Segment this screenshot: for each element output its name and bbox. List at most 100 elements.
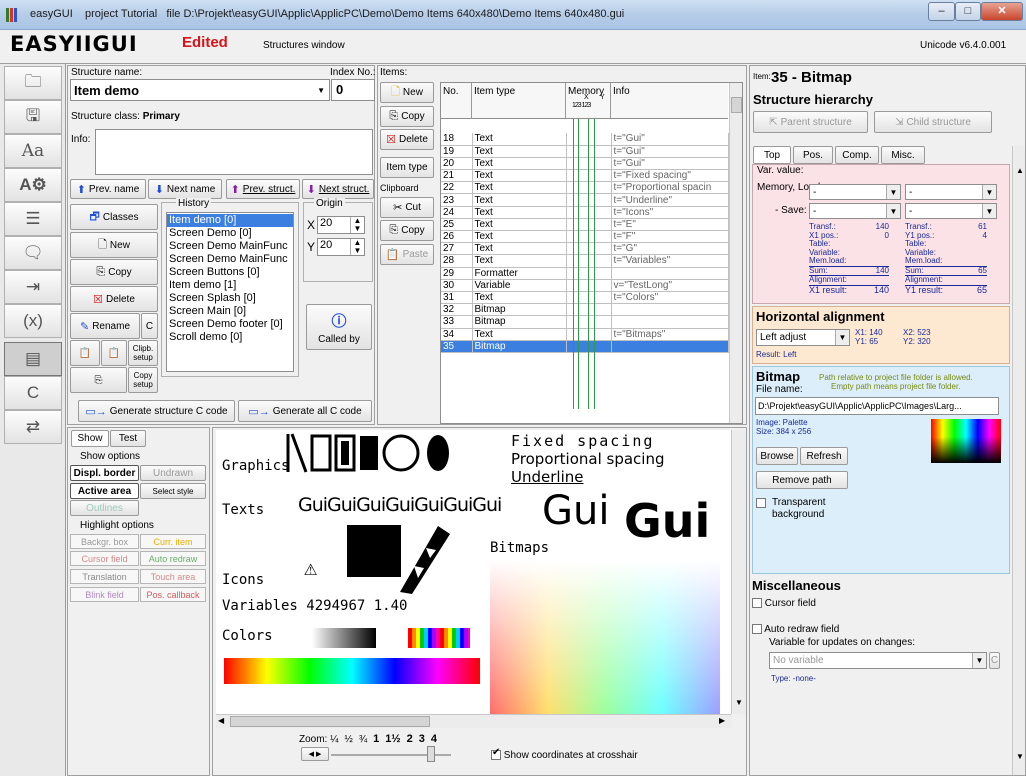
table-row[interactable]: 35 Bitmap xyxy=(441,340,729,353)
displ-border-button[interactable]: Displ. border xyxy=(70,465,139,481)
auto-redraw-button[interactable]: Auto redraw xyxy=(140,551,206,566)
pos-callback-button[interactable]: Pos. callback xyxy=(140,587,206,602)
delete-item-button[interactable]: ☒ Delete xyxy=(380,129,434,150)
text-properties-icon[interactable]: A⚙ xyxy=(4,168,62,202)
translation-button[interactable]: Translation xyxy=(70,569,139,584)
cursor-field-checkbox[interactable] xyxy=(752,598,762,609)
memory-load-x-combo[interactable]: - ▼ xyxy=(809,184,901,200)
tab-misc[interactable]: Misc. xyxy=(881,146,925,164)
tab-pos[interactable]: Pos. xyxy=(793,146,833,164)
table-row[interactable]: 23 Text t="Underline" xyxy=(441,193,729,207)
history-list[interactable]: Item demo [0] Screen Demo [0] Screen Demo … xyxy=(166,212,294,372)
close-button[interactable]: ✕ xyxy=(981,2,1023,21)
table-row[interactable]: 26 Text t="F" xyxy=(441,230,729,244)
clipb-setup-button[interactable]: Clipb. setup xyxy=(128,340,158,366)
scroll-down-icon[interactable]: ▼ xyxy=(735,698,743,707)
copy-setup-icon[interactable]: ⎘ xyxy=(70,367,127,393)
spinner-arrows-icon[interactable]: ▲ ▼ xyxy=(350,239,364,255)
copy-setup-button[interactable]: Copy setup xyxy=(128,367,158,393)
c-button[interactable]: C xyxy=(989,652,1000,669)
delete-structure-button[interactable]: ☒ Delete xyxy=(70,286,158,312)
history-item[interactable]: Screen Splash [0] xyxy=(167,292,293,305)
copy-item-button[interactable]: ⎘ Copy xyxy=(380,106,434,127)
structure-name-combo[interactable]: Item demo ▼ xyxy=(70,79,330,101)
zoom-level-list[interactable]: ¼ ½ ¾ 1 1½ 2 3 4 xyxy=(330,733,443,745)
parent-structure-button[interactable]: ⇱ Parent structure xyxy=(753,111,868,133)
crosshair-option[interactable]: ✔ Show coordinates at crosshair xyxy=(491,747,638,761)
memory-load-y-combo[interactable]: - ▼ xyxy=(905,184,997,200)
table-row[interactable]: 24 Text t="Icons" xyxy=(441,206,729,219)
next-name-button[interactable]: ⬇ Next name xyxy=(148,179,222,199)
browse-button[interactable]: Browse xyxy=(756,447,798,465)
new-item-button[interactable]: 🗋 New xyxy=(380,82,434,103)
rename-button[interactable]: ✎ Rename xyxy=(70,313,140,339)
input-icon[interactable]: ⇥ xyxy=(4,270,62,304)
tab-comp[interactable]: Comp. xyxy=(835,146,879,164)
tab-test[interactable]: Test xyxy=(110,430,146,447)
item-type-button[interactable]: Item type xyxy=(380,157,434,178)
child-structure-button[interactable]: ⇲ Child structure xyxy=(874,111,992,133)
history-item[interactable]: Screen Main [0] xyxy=(167,305,293,318)
h-scroll-thumb[interactable] xyxy=(230,716,430,727)
table-row[interactable]: 31 Text t="Colors" xyxy=(441,291,729,305)
zoom-level[interactable]: 3 xyxy=(419,733,425,745)
structures-icon[interactable]: ▤ xyxy=(4,342,62,376)
c-code-icon[interactable]: C xyxy=(4,376,62,410)
prev-name-button[interactable]: ⬆ Prev. name xyxy=(70,179,146,199)
origin-x-spinner[interactable]: 20 ▲ ▼ xyxy=(317,216,365,234)
zoom-level[interactable]: ¼ xyxy=(330,734,338,745)
prev-struct-button[interactable]: ⬆ Prev. struct. xyxy=(226,179,300,199)
history-item[interactable]: Scroll demo [0] xyxy=(167,331,293,344)
zoom-level[interactable]: 4 xyxy=(431,733,437,745)
history-item[interactable]: Item demo [0] xyxy=(167,214,293,227)
table-row[interactable]: 34 Text t="Bitmaps" xyxy=(441,328,729,341)
history-item[interactable]: Screen Demo MainFunc xyxy=(167,253,293,266)
comment-icon[interactable]: 🗨 xyxy=(4,236,62,270)
remove-path-button[interactable]: Remove path xyxy=(756,471,848,489)
fonts-icon[interactable]: Aa xyxy=(4,134,62,168)
called-by-button[interactable]: ⓘ Called by xyxy=(306,304,372,350)
history-item[interactable]: Screen Demo MainFunc xyxy=(167,240,293,253)
transfer-icon[interactable]: ⇄ xyxy=(4,410,62,444)
table-row[interactable]: 18 Text t="Gui" xyxy=(441,133,729,146)
scroll-left-icon[interactable]: ◀ xyxy=(218,716,224,725)
generate-structure-code-button[interactable]: ▭→ Generate structure C code xyxy=(78,400,235,422)
zoom-slider-thumb[interactable] xyxy=(427,746,435,762)
items-scrollbar[interactable] xyxy=(729,83,742,423)
update-variable-combo[interactable]: No variable ▼ xyxy=(769,652,987,669)
paste-button[interactable]: 📋 Paste xyxy=(380,244,434,265)
table-row[interactable]: 32 Bitmap xyxy=(441,303,729,317)
maximize-button[interactable]: □ xyxy=(955,2,981,21)
cut-button[interactable]: ✂ Cut xyxy=(380,197,434,218)
curr-item-button[interactable]: Curr. item xyxy=(140,534,206,549)
items-table[interactable]: 18 Text t="Gui" 19 Text t="Gui" 20 Text t="Gui" 2… xyxy=(441,133,729,353)
table-row[interactable]: 21 Text t="Fixed spacing" xyxy=(441,169,729,183)
history-item[interactable]: Screen Demo [0] xyxy=(167,227,293,240)
history-item[interactable]: Screen Buttons [0] xyxy=(167,266,293,279)
spinner-arrows-icon[interactable]: ▲ ▼ xyxy=(350,217,364,233)
index-field[interactable]: 0 xyxy=(331,79,375,101)
bitmap-path-input[interactable]: D:\Projekt\easyGUI\Applic\ApplicPC\Image… xyxy=(755,397,999,415)
table-row[interactable]: 20 Text t="Gui" xyxy=(441,157,729,171)
zoom-level[interactable]: ½ xyxy=(344,734,352,745)
new-structure-button[interactable]: 🗋 New xyxy=(70,232,158,258)
cursor-field-button[interactable]: Cursor field xyxy=(70,551,139,566)
zoom-level[interactable]: ¾ xyxy=(359,734,367,745)
preview-vscrollbar[interactable]: ▼ xyxy=(731,430,746,714)
history-item[interactable]: Screen Demo footer [0] xyxy=(167,318,293,331)
table-row[interactable]: 19 Text t="Gui" xyxy=(441,145,729,158)
tab-show[interactable]: Show xyxy=(71,430,109,447)
outlines-button[interactable]: Outlines xyxy=(70,500,139,516)
scroll-thumb[interactable] xyxy=(731,97,742,113)
active-area-button[interactable]: Active area xyxy=(70,483,139,499)
blink-field-button[interactable]: Blink field xyxy=(70,587,139,602)
classes-button[interactable]: 🗗 Classes xyxy=(70,204,158,230)
preview-hscrollbar[interactable]: ◀ ▶ xyxy=(216,714,731,728)
list-icon[interactable]: ☰ xyxy=(4,202,62,236)
open-folder-icon[interactable]: 🗀 xyxy=(4,66,62,100)
zoom-level[interactable]: 1 xyxy=(373,733,379,745)
table-row[interactable]: 28 Text t="Variables" xyxy=(441,254,729,268)
history-item[interactable]: Item demo [1] xyxy=(167,279,293,292)
next-struct-button[interactable]: ⬇ Next struct. xyxy=(302,179,374,199)
info-textarea[interactable] xyxy=(95,129,373,175)
